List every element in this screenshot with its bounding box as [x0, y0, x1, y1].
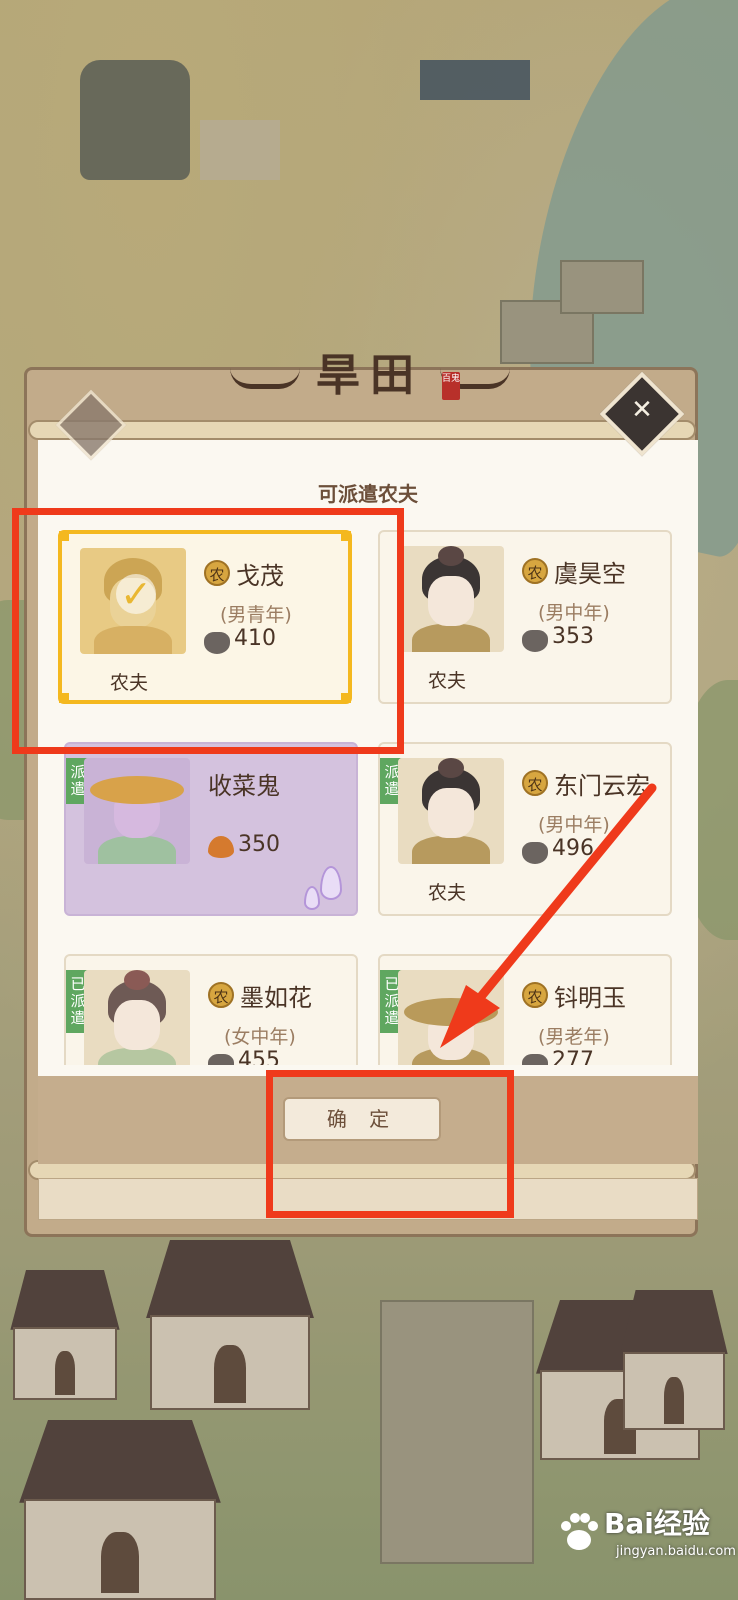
- baidu-paw-icon: [561, 1513, 598, 1550]
- baidu-watermark: Bai经验 jingyan.baidu.com: [556, 1502, 736, 1566]
- watermark-brand: Bai经验: [604, 1507, 710, 1540]
- watermark-site: jingyan.baidu.com: [616, 1544, 736, 1559]
- annotation-arrow: [440, 783, 657, 1048]
